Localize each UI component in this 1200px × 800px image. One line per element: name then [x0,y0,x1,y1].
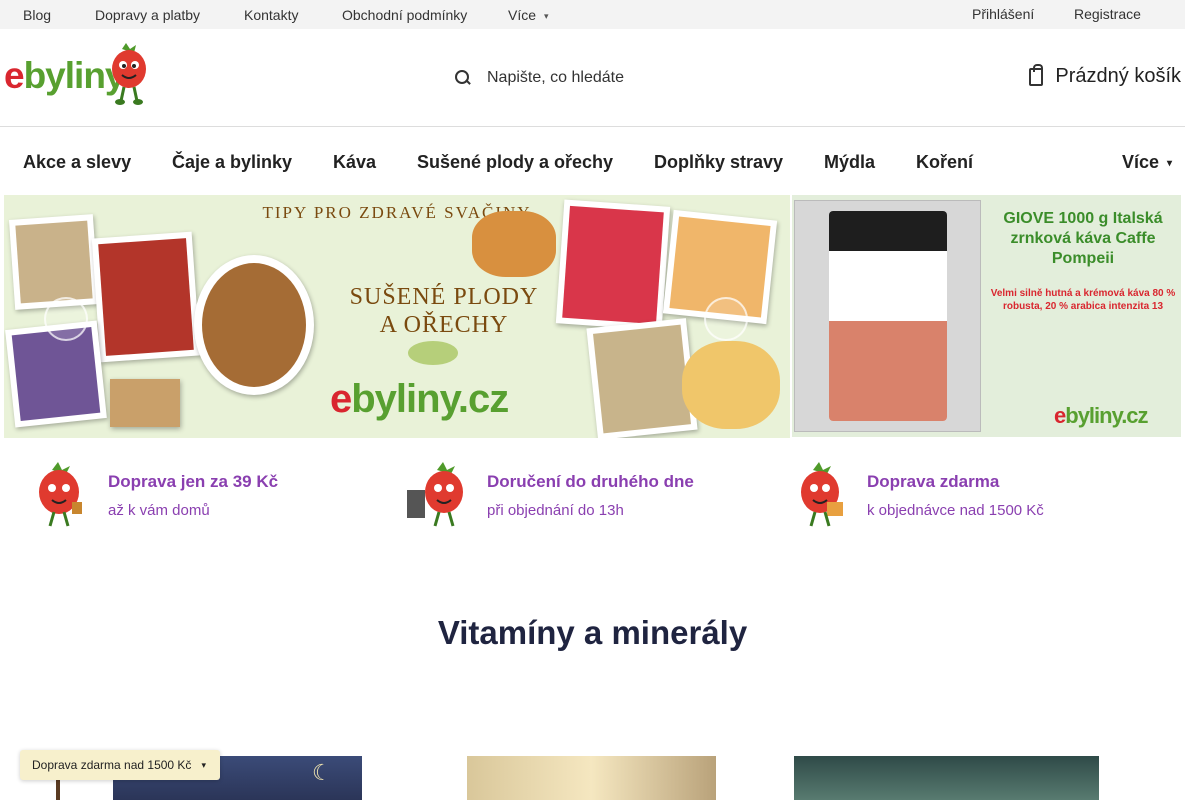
benefit-subtitle: až k vám domů [108,502,210,519]
topbar-link-shipping[interactable]: Dopravy a platby [95,7,200,23]
chevron-down-icon: ▾ [544,11,549,21]
nav-more-menu[interactable]: Více ▾ [1122,152,1172,173]
free-shipping-pill-label: Doprava zdarma nad 1500 Kč [32,758,192,772]
nav-item-supplements[interactable]: Doplňky stravy [654,152,783,173]
category-card-image[interactable] [794,756,1099,800]
nav-item-sales[interactable]: Akce a slevy [23,152,131,173]
banner-brand: ebyliny.cz [330,377,509,422]
hero-banner[interactable]: TIPY PRO ZDRAVÉ SVAČINY SUŠENÉ PLODY A OŘ… [4,195,790,438]
nav-item-teas[interactable]: Čaje a bylinky [172,152,292,173]
top-bar: Blog Dopravy a platby Kontakty Obchodní … [0,0,1185,29]
photo-walnuts-plate [194,255,314,395]
banner-brand-word: byliny.cz [351,377,509,421]
benefit-shipping: Doprava jen za 39 Kč až k vám domů [28,460,368,532]
photo-raspberries [555,199,671,331]
benefit-subtitle: při objednání do 13h [487,502,624,519]
banner-brand-e: e [330,377,352,421]
side-brand-e: e [1054,403,1066,428]
chevron-down-icon: ▾ [201,759,206,770]
photo-pistachio-small [402,335,464,371]
topbar-more-menu[interactable]: Více ▾ [508,7,549,23]
photo-goji [91,231,201,363]
carousel-next-button[interactable] [704,297,748,341]
free-shipping-pill[interactable]: Doprava zdarma nad 1500 Kč ▾ [20,750,220,780]
side-banner[interactable]: GIOVE 1000 g Italská zrnková káva Caffe … [792,195,1181,437]
site-logo[interactable]: ebyliny [4,43,154,105]
photo-pistachios [8,214,100,310]
side-banner-desc: Velmi silně hutná a krémová káva 80 % ro… [990,288,1176,312]
chevron-down-icon: ▾ [1167,158,1173,169]
nav-item-dried-fruit[interactable]: Sušené plody a ořechy [417,152,613,173]
nav-item-spices[interactable]: Koření [916,152,973,173]
cart-label: Prázdný košík [1055,65,1181,87]
benefit-free-shipping: Doprava zdarma k objednávce nad 1500 Kč [787,460,1147,532]
strawberry-mascot-icon [407,462,463,527]
banner-title-line1: SUŠENÉ PLODY [349,284,539,310]
strawberry-mascot-icon [801,462,843,527]
search-input[interactable]: Napište, co hledáte [487,69,624,87]
side-brand-word: byliny.cz [1065,403,1148,428]
section-title: Vitamíny a minerály [437,614,748,651]
photo-almonds [466,205,562,283]
nav-item-soaps[interactable]: Mýdla [824,152,875,173]
coffee-bag-image [794,200,981,432]
banner-title: SUŠENÉ PLODY A OŘECHY [304,283,584,339]
benefit-title: Doprava zdarma [867,472,1000,491]
search-bar[interactable]: Napište, co hledáte [455,65,624,91]
side-banner-brand: ebyliny.cz [1054,403,1149,429]
shopping-bag-icon [1029,63,1044,86]
photo-cashews [676,335,786,435]
benefit-next-day: Doručení do druhého dne při objednání do… [407,460,767,532]
search-icon[interactable] [455,70,471,86]
benefit-title: Doručení do druhého dne [487,472,694,491]
strawberry-mascot-icon [112,43,146,105]
nav-more-label: Více [1122,152,1160,172]
site-header: ebyliny Napište, co hledáte Prázdný koší… [0,29,1185,127]
main-nav: Akce a slevy Čaje a bylinky Káva Sušené … [0,127,1185,195]
topbar-link-contacts[interactable]: Kontakty [244,7,298,23]
benefit-subtitle: k objednávce nad 1500 Kč [867,502,1044,519]
register-link[interactable]: Registrace [1074,6,1141,22]
logo-e: e [4,55,25,96]
topbar-link-terms[interactable]: Obchodní podmínky [342,7,467,23]
nav-item-coffee[interactable]: Káva [333,152,376,173]
topbar-more-label: Více [508,7,537,23]
topbar-link-blog[interactable]: Blog [23,7,51,23]
side-banner-title: GIOVE 1000 g Italská zrnková káva Caffe … [1003,210,1163,267]
benefit-title: Doprava jen za 39 Kč [108,472,279,491]
cart-button[interactable]: Prázdný košík [1029,63,1181,88]
moon-icon: ☾ [312,760,332,785]
category-card-image[interactable] [467,756,716,800]
photo-walnut-shells [110,379,180,427]
carousel-prev-button[interactable] [44,297,88,341]
strawberry-mascot-icon [39,462,82,527]
login-link[interactable]: Přihlášení [972,6,1034,22]
